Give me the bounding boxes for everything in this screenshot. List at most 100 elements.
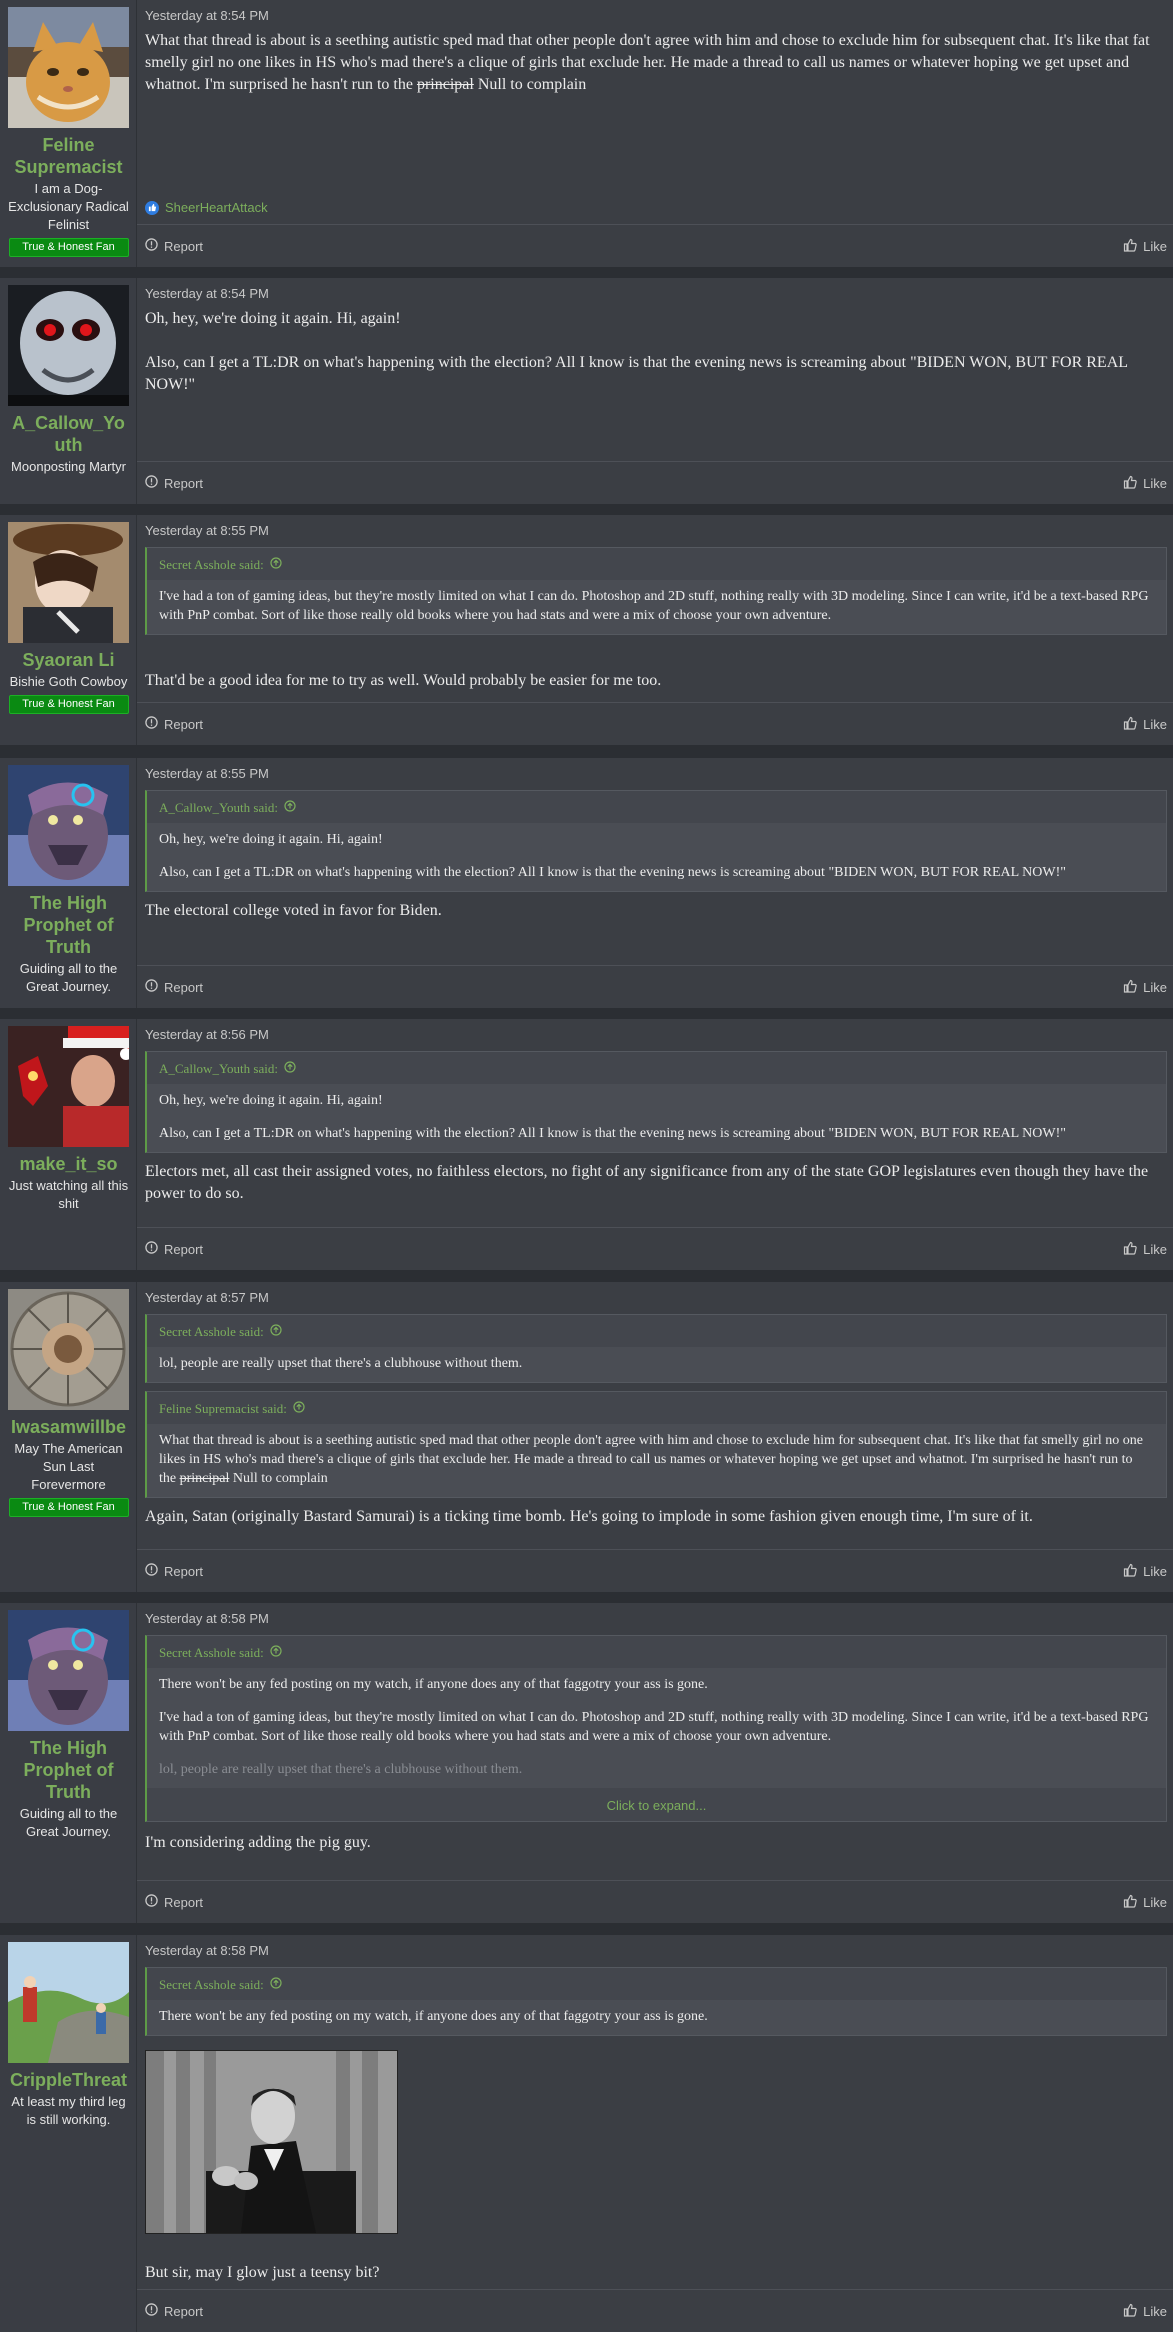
post-body: Again, Satan (originally Bastard Samurai… xyxy=(145,1508,1033,1525)
like-button[interactable]: Like xyxy=(1123,1241,1167,1258)
username[interactable]: CrippleThreat xyxy=(7,2069,130,2091)
report-button[interactable]: Report xyxy=(145,238,203,254)
post-footer: Report Like xyxy=(137,461,1173,504)
like-button[interactable]: Like xyxy=(1123,1563,1167,1580)
post-footer: Report Like xyxy=(137,224,1173,267)
post: Iwasamwillbe May The American Sun Last F… xyxy=(0,1282,1173,1592)
quote-text-end: Null to complain xyxy=(229,1471,328,1486)
user-title: At least my third leg is still working. xyxy=(11,2094,126,2127)
avatar[interactable] xyxy=(8,285,129,406)
user-info: make_it_so Just watching all this shit xyxy=(0,1019,136,1270)
quote-header[interactable]: Secret Asshole said: xyxy=(147,1968,1166,2000)
quote-body: There won't be any fed posting on my wat… xyxy=(147,1668,1166,1788)
quote-text: Also, can I get a TL:DR on what's happen… xyxy=(159,1126,1066,1141)
avatar[interactable] xyxy=(8,1289,129,1410)
quote-arrow-icon[interactable] xyxy=(270,1975,282,1994)
like-icon xyxy=(1123,716,1137,733)
quote-author[interactable]: Feline Supremacist said: xyxy=(159,1399,287,1418)
like-button[interactable]: Like xyxy=(1123,979,1167,996)
post-paragraph: Oh, hey, we're doing it again. Hi, again… xyxy=(145,310,401,327)
like-button[interactable]: Like xyxy=(1123,475,1167,492)
post-timestamp[interactable]: Yesterday at 8:57 PM xyxy=(145,1290,1167,1306)
quote-header[interactable]: A_Callow_Youth said: xyxy=(147,1052,1166,1084)
post-timestamp[interactable]: Yesterday at 8:55 PM xyxy=(145,766,1167,782)
quote-arrow-icon[interactable] xyxy=(284,1059,296,1078)
like-icon xyxy=(1123,475,1137,492)
avatar[interactable] xyxy=(8,765,129,886)
like-button[interactable]: Like xyxy=(1123,716,1167,733)
avatar[interactable] xyxy=(8,522,129,643)
user-info: The High Prophet of Truth Guiding all to… xyxy=(0,1603,136,1923)
like-icon xyxy=(1123,1241,1137,1258)
post-timestamp[interactable]: Yesterday at 8:54 PM xyxy=(145,8,1167,24)
post-body-text-end: Null to complain xyxy=(473,76,587,93)
user-badge: True & Honest Fan xyxy=(8,695,129,714)
quote-header[interactable]: Secret Asshole said: xyxy=(147,1315,1166,1347)
avatar[interactable] xyxy=(8,1026,129,1147)
avatar[interactable] xyxy=(8,7,129,128)
like-label: Like xyxy=(1143,1563,1167,1579)
post-content: Yesterday at 8:55 PM Secret Asshole said… xyxy=(136,515,1173,745)
like-label: Like xyxy=(1143,1894,1167,1910)
username[interactable]: Feline Supremacist xyxy=(7,134,130,178)
user-badge: True & Honest Fan xyxy=(8,238,129,257)
attached-image[interactable] xyxy=(145,2050,398,2234)
quote-author[interactable]: A_Callow_Youth said: xyxy=(159,798,278,817)
report-button[interactable]: Report xyxy=(145,1563,203,1579)
username[interactable]: The High Prophet of Truth xyxy=(7,892,130,958)
quote-author[interactable]: Secret Asshole said: xyxy=(159,1975,264,1994)
quote-arrow-icon[interactable] xyxy=(270,1322,282,1341)
report-button[interactable]: Report xyxy=(145,979,203,995)
post-timestamp[interactable]: Yesterday at 8:58 PM xyxy=(145,1611,1167,1627)
quote-block: Secret Asshole said: I've had a ton of g… xyxy=(145,547,1167,635)
post-timestamp[interactable]: Yesterday at 8:54 PM xyxy=(145,286,1167,302)
quote-header[interactable]: Secret Asshole said: xyxy=(147,548,1166,580)
user-title: Just watching all this shit xyxy=(8,1178,129,1211)
username[interactable]: Syaoran Li xyxy=(7,649,130,671)
quote-author[interactable]: Secret Asshole said: xyxy=(159,555,264,574)
quote-text: Also, can I get a TL:DR on what's happen… xyxy=(159,865,1066,880)
report-label: Report xyxy=(164,716,204,732)
report-button[interactable]: Report xyxy=(145,1894,203,1910)
quote-author[interactable]: Secret Asshole said: xyxy=(159,1322,264,1341)
like-label: Like xyxy=(1143,1241,1167,1257)
like-button[interactable]: Like xyxy=(1123,238,1167,255)
quote-author[interactable]: Secret Asshole said: xyxy=(159,1643,264,1662)
quote-arrow-icon[interactable] xyxy=(270,555,282,574)
avatar[interactable] xyxy=(8,1942,129,2063)
username[interactable]: A_Callow_Youth xyxy=(7,412,130,456)
username[interactable]: The High Prophet of Truth xyxy=(7,1737,130,1803)
quote-header[interactable]: Secret Asshole said: xyxy=(147,1636,1166,1668)
reaction-user[interactable]: SheerHeartAttack xyxy=(165,200,268,215)
click-to-expand-link[interactable]: Click to expand... xyxy=(147,1788,1166,1821)
post-body-text: What that thread is about is a seething … xyxy=(145,32,1150,93)
report-icon xyxy=(145,716,158,732)
report-button[interactable]: Report xyxy=(145,1241,203,1257)
post-body: But sir, may I glow just a teensy bit? xyxy=(145,2264,380,2281)
post-body: That'd be a good idea for me to try as w… xyxy=(145,672,662,689)
username[interactable]: make_it_so xyxy=(7,1153,130,1175)
quote-arrow-icon[interactable] xyxy=(293,1399,305,1418)
like-button[interactable]: Like xyxy=(1123,2303,1167,2320)
quote-header[interactable]: A_Callow_Youth said: xyxy=(147,791,1166,823)
post-body: I'm considering adding the pig guy. xyxy=(145,1834,371,1851)
post-timestamp[interactable]: Yesterday at 8:56 PM xyxy=(145,1027,1167,1043)
report-button[interactable]: Report xyxy=(145,2303,203,2319)
quote-author[interactable]: A_Callow_Youth said: xyxy=(159,1059,278,1078)
post-content: Yesterday at 8:57 PM Secret Asshole said… xyxy=(136,1282,1173,1592)
post-timestamp[interactable]: Yesterday at 8:58 PM xyxy=(145,1943,1167,1959)
user-title: Guiding all to the Great Journey. xyxy=(19,961,118,994)
report-button[interactable]: Report xyxy=(145,475,203,491)
like-button[interactable]: Like xyxy=(1123,1894,1167,1911)
post-timestamp[interactable]: Yesterday at 8:55 PM xyxy=(145,523,1167,539)
reactions-bar[interactable]: SheerHeartAttack xyxy=(145,200,268,215)
quote-header[interactable]: Feline Supremacist said: xyxy=(147,1392,1166,1424)
report-icon xyxy=(145,2303,158,2319)
user-title: Bishie Goth Cowboy xyxy=(9,674,128,689)
report-button[interactable]: Report xyxy=(145,716,203,732)
post-footer: Report Like xyxy=(137,1549,1173,1592)
username[interactable]: Iwasamwillbe xyxy=(7,1416,130,1438)
avatar[interactable] xyxy=(8,1610,129,1731)
quote-arrow-icon[interactable] xyxy=(270,1643,282,1662)
quote-arrow-icon[interactable] xyxy=(284,798,296,817)
